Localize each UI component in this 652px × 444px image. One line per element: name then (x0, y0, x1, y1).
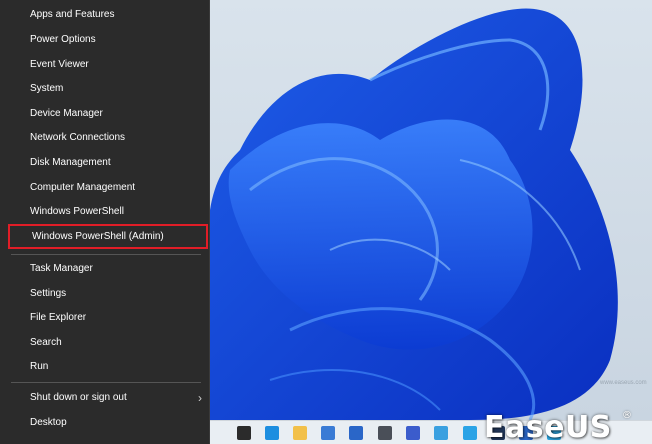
file-explorer-icon[interactable] (293, 426, 307, 440)
registered-mark: ® (622, 410, 632, 421)
edge-icon[interactable] (265, 426, 279, 440)
menu-item-apps-and-features[interactable]: Apps and Features (0, 3, 210, 27)
menu-item-device-manager[interactable]: Device Manager (0, 102, 210, 126)
menu-item-label: Shut down or sign out (30, 392, 127, 403)
menu-item-shut-down-or-sign-out[interactable]: Shut down or sign out › (0, 386, 210, 410)
menu-item-run[interactable]: Run (0, 355, 210, 379)
menu-item-event-viewer[interactable]: Event Viewer (0, 53, 210, 77)
bloom-wallpaper-graphic (210, 8, 618, 420)
screen: Apps and Features Power Options Event Vi… (0, 0, 652, 444)
menu-item-system[interactable]: System (0, 77, 210, 101)
menu-item-windows-powershell[interactable]: Windows PowerShell (0, 200, 210, 224)
menu-item-task-manager[interactable]: Task Manager (0, 257, 210, 281)
quick-link-menu: Apps and Features Power Options Event Vi… (0, 0, 210, 444)
app-icon[interactable] (406, 426, 420, 440)
easeus-logo: EaseUS (484, 410, 612, 444)
menu-separator (11, 254, 201, 255)
mail-icon[interactable] (349, 426, 363, 440)
menu-item-search[interactable]: Search (0, 331, 210, 355)
keyboard-icon[interactable] (378, 426, 392, 440)
desktop-wallpaper (210, 0, 652, 420)
menu-item-network-connections[interactable]: Network Connections (0, 126, 210, 150)
task-view-icon[interactable] (237, 426, 251, 440)
watermark-text: www.easeus.com (600, 380, 647, 386)
menu-item-desktop[interactable]: Desktop (0, 411, 210, 435)
store-icon[interactable] (321, 426, 335, 440)
skype-icon[interactable] (463, 426, 477, 440)
menu-item-disk-management[interactable]: Disk Management (0, 151, 210, 175)
photos-icon[interactable] (434, 426, 448, 440)
chevron-right-icon: › (198, 391, 202, 405)
menu-item-settings[interactable]: Settings (0, 282, 210, 306)
menu-separator (11, 382, 201, 383)
menu-item-file-explorer[interactable]: File Explorer (0, 306, 210, 330)
menu-item-computer-management[interactable]: Computer Management (0, 176, 210, 200)
menu-item-power-options[interactable]: Power Options (0, 28, 210, 52)
menu-item-windows-powershell-admin[interactable]: Windows PowerShell (Admin) (8, 224, 208, 249)
